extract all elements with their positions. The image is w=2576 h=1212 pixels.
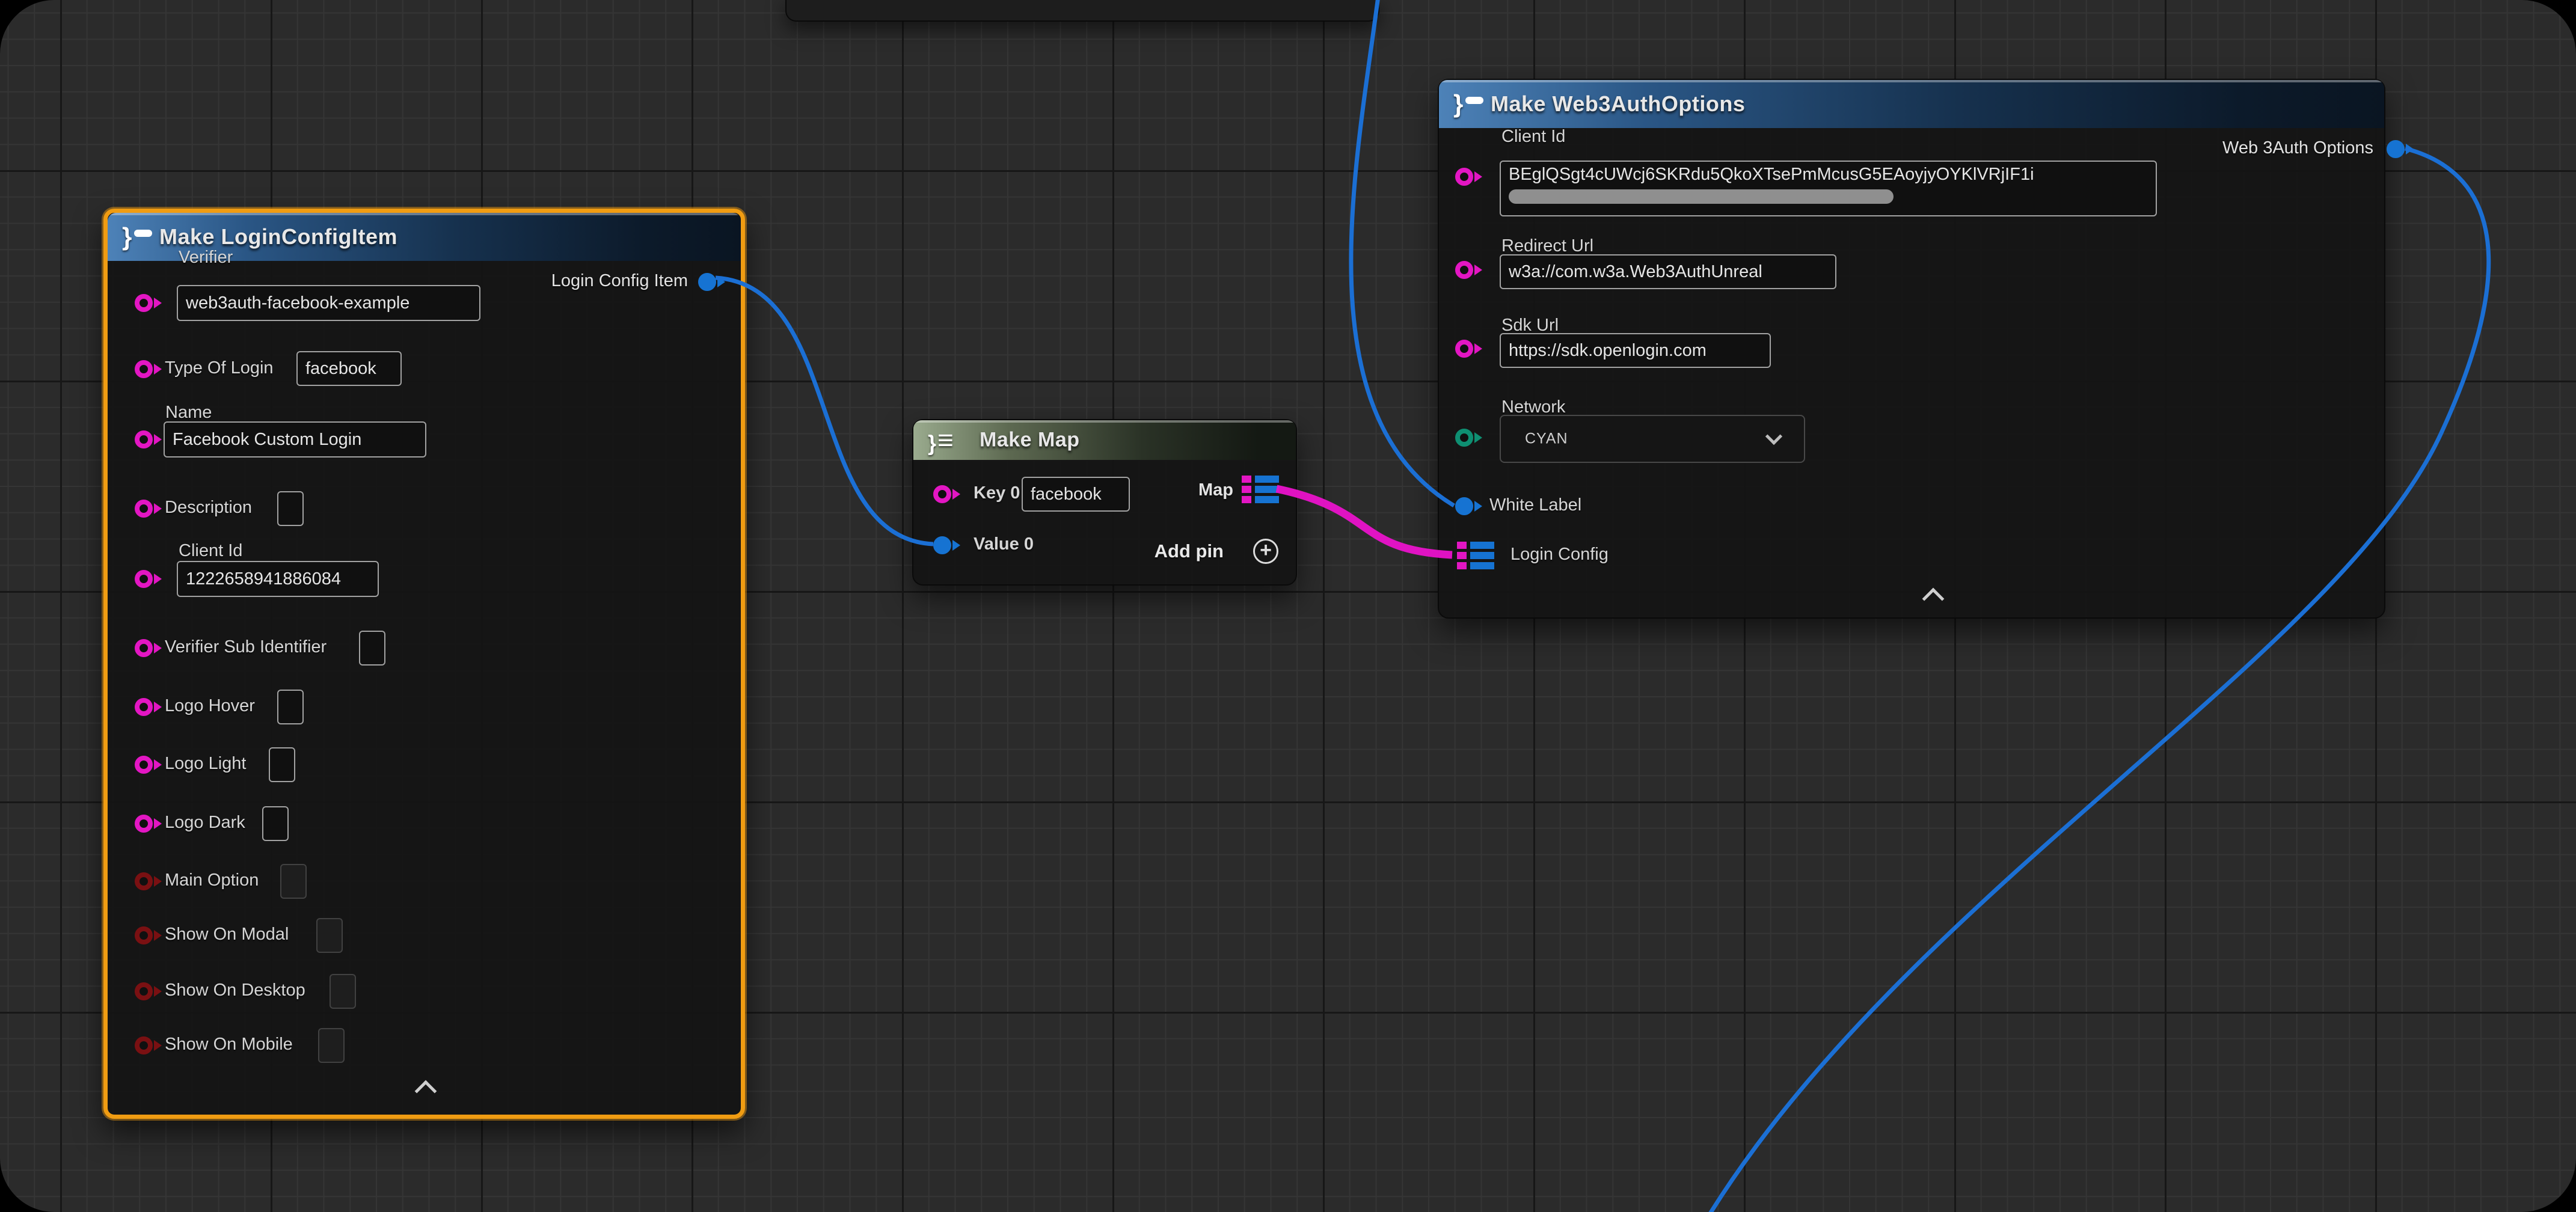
blueprint-graph-canvas[interactable]: } Make LoginConfigItem Login Config Item… (0, 0, 2576, 1212)
verifier-sub-identifier-field[interactable] (359, 631, 385, 666)
input-pin-client-id[interactable] (135, 570, 153, 588)
input-pin-show-on-mobile[interactable] (135, 1036, 153, 1054)
logo-dark-field[interactable] (262, 806, 289, 841)
input-pin-sdk-url[interactable] (1455, 340, 1473, 358)
pin-label: Value 0 (974, 534, 1034, 554)
logo-hover-field[interactable] (277, 690, 304, 724)
output-pin-label: Map (1198, 480, 1233, 500)
input-pin-logo-hover[interactable] (135, 698, 153, 716)
wire-map-to-login-config (1277, 489, 1452, 555)
node-title: Make Map (980, 429, 1080, 452)
pin-label: Verifier (179, 248, 233, 268)
pin-label: Logo Light (165, 754, 246, 774)
output-pin-label: Web 3Auth Options (2222, 138, 2373, 158)
output-pin-label: Login Config Item (551, 271, 688, 291)
input-pin-type-of-login[interactable] (135, 360, 153, 378)
redirect-url-field[interactable]: w3a://com.w3a.Web3AuthUnreal (1500, 254, 1836, 289)
wire-login-config-item-to-value0 (716, 278, 933, 544)
pin-label: Main Option (165, 871, 259, 890)
pin-label: Client Id (179, 541, 242, 561)
pin-label: Type Of Login (165, 358, 274, 378)
description-field[interactable] (277, 491, 304, 526)
chevron-up-icon[interactable] (1922, 588, 1945, 610)
main-option-checkbox[interactable] (280, 864, 307, 899)
pin-label: Client Id (1501, 127, 1565, 147)
show-on-desktop-checkbox[interactable] (330, 974, 356, 1009)
input-pin-key-0[interactable] (933, 485, 951, 503)
node-make-login-config-item[interactable]: } Make LoginConfigItem Login Config Item… (103, 209, 745, 1119)
client-id-text: BEglQSgt4cUWcj6SKRdu5QkoXTsePmMcusG5EAoy… (1509, 165, 2034, 185)
output-pin-map[interactable] (1242, 476, 1279, 503)
pin-label: Show On Modal (165, 925, 289, 944)
node-title: Make Web3AuthOptions (1491, 91, 1745, 117)
input-pin-value-0[interactable] (933, 536, 951, 554)
pin-label: Name (165, 403, 212, 423)
input-pin-logo-dark[interactable] (135, 815, 153, 833)
input-pin-client-id[interactable] (1455, 168, 1473, 186)
name-field[interactable]: Facebook Custom Login (164, 421, 426, 458)
node-title: Make LoginConfigItem (159, 224, 397, 249)
show-on-mobile-checkbox[interactable] (318, 1028, 345, 1063)
node-make-map[interactable]: }≡ Make Map Key 0 facebook Map Value 0 A… (912, 419, 1297, 586)
pin-label: Description (165, 498, 252, 518)
make-struct-icon: } (1453, 91, 1483, 117)
make-map-icon: }≡ (928, 426, 954, 454)
show-on-modal-checkbox[interactable] (316, 918, 343, 953)
type-of-login-field[interactable]: facebook (296, 351, 402, 386)
input-pin-network[interactable] (1455, 429, 1473, 447)
pin-label: White Label (1489, 495, 1581, 515)
client-id-field[interactable]: BEglQSgt4cUWcj6SKRdu5QkoXTsePmMcusG5EAoy… (1500, 161, 2157, 216)
input-pin-white-label[interactable] (1455, 497, 1473, 515)
input-pin-verifier-sub-identifier[interactable] (135, 639, 153, 657)
client-id-field[interactable]: 1222658941886084 (177, 561, 379, 597)
network-dropdown[interactable]: CYAN (1500, 415, 1805, 463)
network-selected-value: CYAN (1525, 430, 1568, 448)
horizontal-scrollbar[interactable] (1509, 189, 1894, 204)
output-pin-login-config-item[interactable] (698, 273, 716, 291)
pin-label: Key 0 (974, 483, 1020, 503)
add-pin-label[interactable]: Add pin (1155, 540, 1224, 562)
input-pin-main-option[interactable] (135, 872, 153, 890)
logo-light-field[interactable] (269, 747, 295, 782)
node-header[interactable]: } Make Web3AuthOptions (1439, 80, 2384, 128)
pin-label: Redirect Url (1501, 236, 1593, 256)
pin-label: Show On Mobile (165, 1035, 293, 1054)
pin-label: Login Config (1510, 545, 1608, 565)
chevron-down-icon (1765, 428, 1782, 445)
pin-label: Logo Dark (165, 813, 245, 833)
verifier-field[interactable]: web3auth-facebook-example (177, 285, 480, 321)
node-header[interactable]: }≡ Make Map (913, 420, 1296, 460)
output-pin-web3auth-options[interactable] (2387, 140, 2405, 158)
input-pin-redirect-url[interactable] (1455, 261, 1473, 279)
sdk-url-field[interactable]: https://sdk.openlogin.com (1500, 333, 1771, 368)
add-pin-icon[interactable] (1253, 539, 1278, 564)
input-pin-name[interactable] (135, 430, 153, 448)
pin-label: Verifier Sub Identifier (165, 637, 327, 657)
input-pin-show-on-modal[interactable] (135, 926, 153, 944)
input-pin-logo-light[interactable] (135, 756, 153, 774)
input-pin-verifier[interactable] (135, 294, 153, 312)
pin-label: Logo Hover (165, 696, 255, 716)
node-make-web3auth-options[interactable]: } Make Web3AuthOptions Web 3Auth Options… (1438, 79, 2385, 619)
partial-node-top[interactable] (785, 0, 1379, 22)
input-pin-description[interactable] (135, 500, 153, 518)
chevron-up-icon[interactable] (415, 1080, 437, 1103)
input-pin-show-on-desktop[interactable] (135, 982, 153, 1000)
pin-label: Show On Desktop (165, 981, 305, 1000)
key-0-field[interactable]: facebook (1022, 477, 1130, 512)
input-pin-login-config[interactable] (1457, 542, 1494, 569)
make-struct-icon: } (122, 224, 152, 249)
